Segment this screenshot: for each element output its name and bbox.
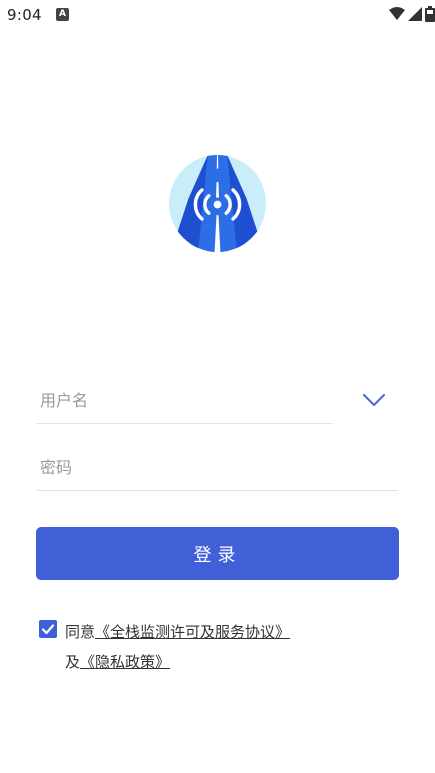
password-input[interactable] (40, 454, 320, 480)
notification-icon: A (56, 8, 69, 21)
username-field (36, 377, 333, 424)
status-time: 9:04 (7, 6, 42, 24)
agreement-checkbox[interactable] (39, 620, 57, 638)
checkmark-icon (41, 624, 55, 635)
password-field (36, 444, 398, 491)
login-button[interactable]: 登录 (36, 527, 399, 580)
username-input[interactable] (40, 387, 320, 413)
status-bar: 9:04 A (0, 0, 435, 32)
service-agreement-link[interactable]: 《全栈监测许可及服务协议》 (95, 623, 290, 641)
signal-icon (408, 7, 422, 21)
privacy-policy-link[interactable]: 《隐私政策》 (80, 653, 170, 671)
status-icons (389, 6, 435, 22)
chevron-down-icon (363, 394, 385, 406)
agreement-prefix: 同意 (65, 623, 96, 641)
agreement-conjunction: 及 (65, 653, 81, 671)
wifi-icon (389, 7, 405, 20)
agreement-text-line2: 及《隐私政策》 (65, 651, 170, 672)
username-dropdown-button[interactable] (360, 388, 388, 412)
battery-icon (425, 6, 435, 22)
road-signal-logo (169, 155, 266, 252)
agreement-text-line1: 同意《全栈监测许可及服务协议》 (65, 621, 290, 642)
